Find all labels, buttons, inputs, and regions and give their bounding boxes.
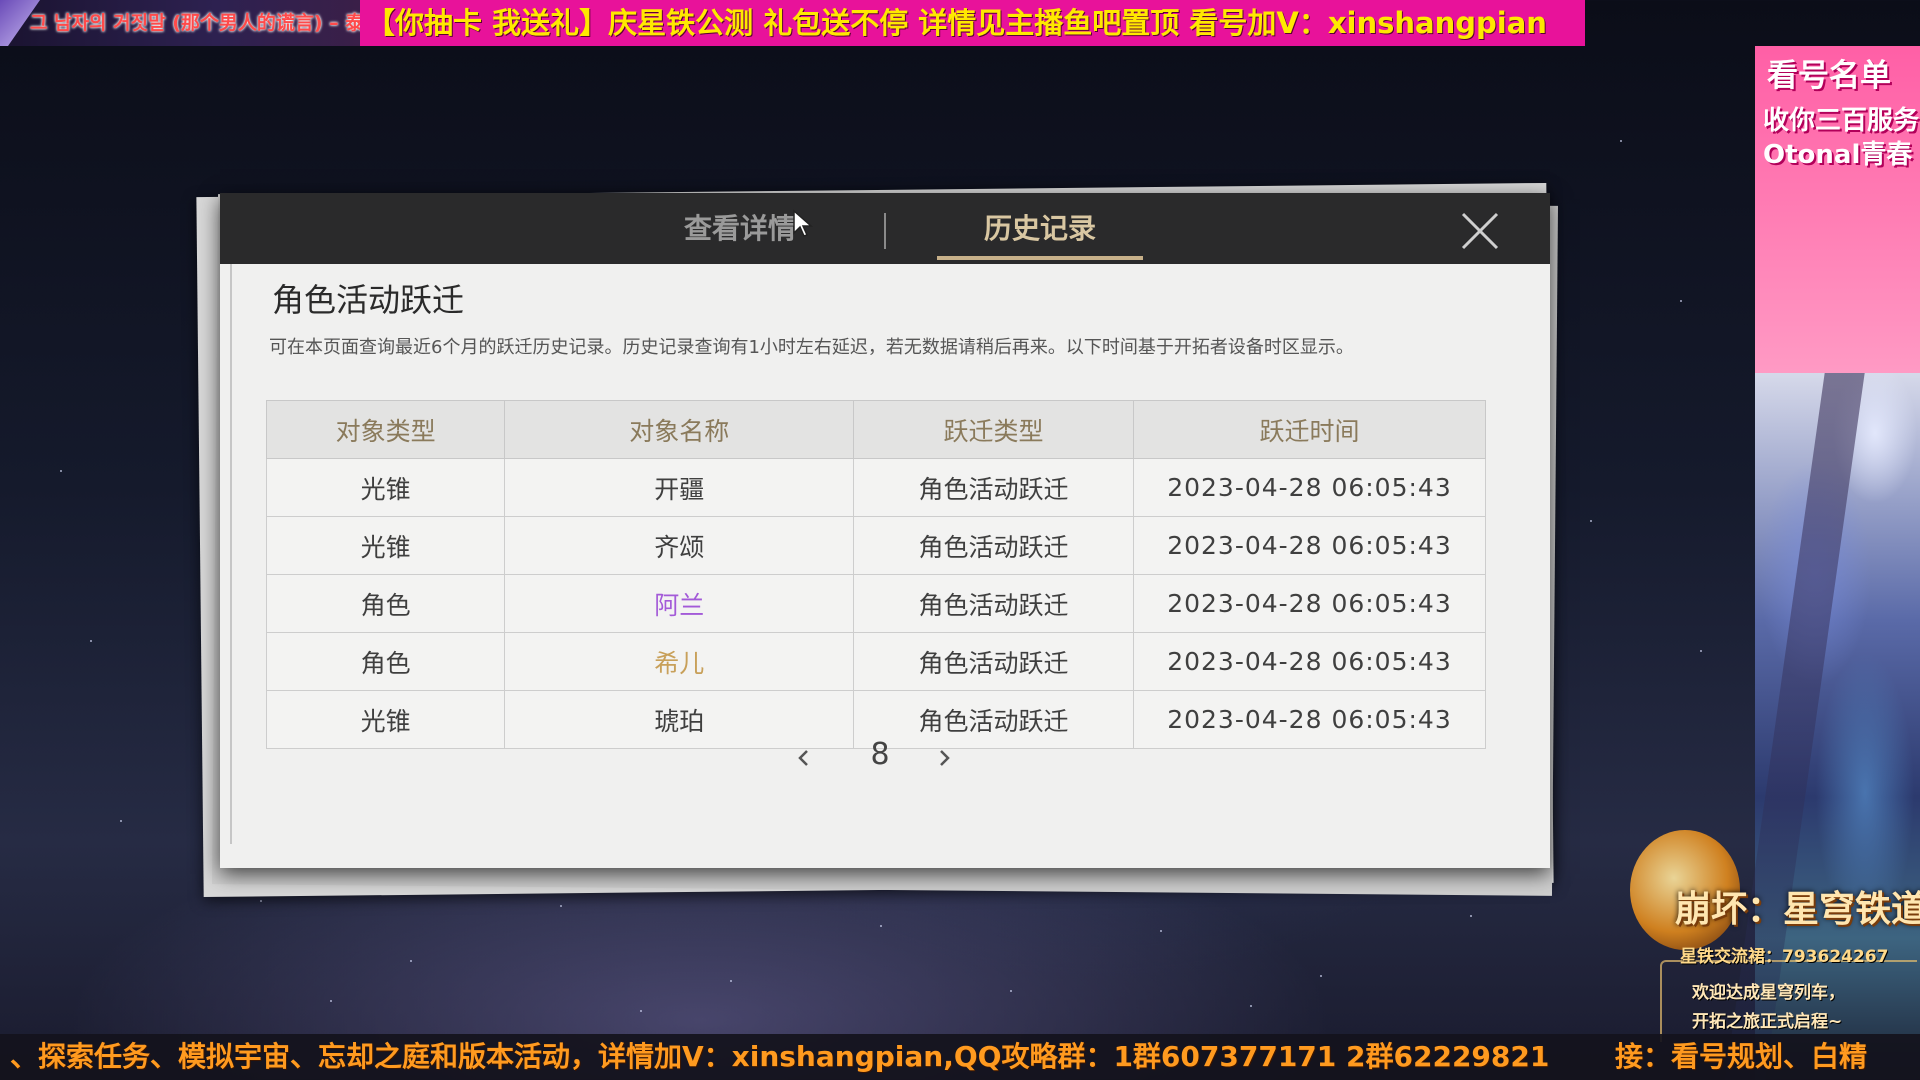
description-text: 可在本页面查询最近6个月的跃迁历史记录。历史记录查询有1小时左右延迟，若无数据请… xyxy=(269,337,1354,358)
game-title: 崩坏：星穹铁道 xyxy=(1675,889,1920,930)
warp-history-table: 对象类型 对象名称 跃迁类型 跃迁时间 光锥 开疆 角色活动跃迁 2023-04… xyxy=(265,400,1487,749)
account-list-item: Otonal青春 xyxy=(1763,140,1913,170)
dialog-header: 查看详情 历史记录 xyxy=(220,193,1550,264)
bottom-ticker: 、探索任务、模拟宇宙、忘却之庭和版本活动，详情加V：xinshangpian,Q… xyxy=(0,1034,1920,1080)
page-number: 8 xyxy=(870,737,890,772)
table-row: 角色 希儿 角色活动跃迁 2023-04-28 06:05:43 xyxy=(265,632,1487,691)
welcome-line: 开拓之旅正式启程~ xyxy=(1692,1012,1843,1032)
item-type-cell: 光锥 xyxy=(265,458,506,517)
warp-time-cell: 2023-04-28 06:05:43 xyxy=(1132,458,1487,517)
warp-time-cell: 2023-04-28 06:05:43 xyxy=(1132,516,1487,575)
ticker-text: 、探索任务、模拟宇宙、忘却之庭和版本活动，详情加V：xinshangpian,Q… xyxy=(10,1040,1550,1073)
chevron-left-icon[interactable] xyxy=(793,747,815,769)
warp-time-cell: 2023-04-28 06:05:43 xyxy=(1132,574,1487,633)
warp-type-cell: 角色活动跃迁 xyxy=(853,574,1134,633)
item-type-cell: 光锥 xyxy=(265,516,506,575)
song-title-banner: 그 남자의 거짓말 (那个男人的谎言) – 泰 xyxy=(0,0,360,46)
welcome-line: 欢迎达成星穹列车， xyxy=(1692,983,1845,1003)
top-banner: 그 남자의 거짓말 (那个男人的谎言) – 泰 【你抽卡 我送礼】庆星铁公测 礼… xyxy=(0,0,1585,46)
active-tab-indicator xyxy=(937,256,1143,260)
promo-banner: 【你抽卡 我送礼】庆星铁公测 礼包送不停 详情见主播鱼吧置顶 看号加V：xins… xyxy=(360,0,1585,46)
column-header: 对象类型 xyxy=(265,400,506,459)
account-list-item: 收你三百服务 xyxy=(1763,106,1920,136)
account-list-panel: 看号名单 收你三百服务 Otonal青春 xyxy=(1755,46,1920,373)
tab-history[interactable]: 历史记录 xyxy=(937,193,1143,264)
warp-type-cell: 角色活动跃迁 xyxy=(853,632,1134,691)
account-list-title: 看号名单 xyxy=(1767,58,1891,94)
table-row: 光锥 开疆 角色活动跃迁 2023-04-28 06:05:43 xyxy=(265,458,1487,517)
mouse-cursor-icon xyxy=(793,209,813,237)
section-title: 角色活动跃迁 xyxy=(272,281,465,319)
warp-type-cell: 角色活动跃迁 xyxy=(853,516,1134,575)
item-name-cell: 阿兰 xyxy=(504,574,855,633)
item-name-cell: 希儿 xyxy=(504,632,855,691)
pagination: 8 xyxy=(220,733,1550,783)
table-row: 光锥 齐颂 角色活动跃迁 2023-04-28 06:05:43 xyxy=(265,516,1487,575)
item-type-cell: 角色 xyxy=(265,632,506,691)
table-row: 角色 阿兰 角色活动跃迁 2023-04-28 06:05:43 xyxy=(265,574,1487,633)
item-name-cell: 齐颂 xyxy=(504,516,855,575)
qq-group-text: 星铁交流裙：793624267 xyxy=(1680,947,1889,967)
column-header: 跃迁时间 xyxy=(1132,400,1487,459)
warp-type-cell: 角色活动跃迁 xyxy=(853,458,1134,517)
column-header: 对象名称 xyxy=(504,400,855,459)
close-icon[interactable] xyxy=(1460,211,1500,251)
tab-divider xyxy=(884,213,886,249)
game-logo-overlay: 崩坏：星穹铁道 星铁交流裙：793624267 欢迎达成星穹列车， 开拓之旅正式… xyxy=(1620,810,1920,1042)
item-name-cell: 开疆 xyxy=(504,458,855,517)
chevron-right-icon[interactable] xyxy=(933,747,955,769)
warp-history-dialog: 查看详情 历史记录 角色活动跃迁 可在本页面查询最近6个月的跃迁历史记录。历史记… xyxy=(220,193,1550,868)
item-type-cell: 角色 xyxy=(265,574,506,633)
ticker-text-right: 接：看号规划、白精 xyxy=(1615,1040,1868,1073)
column-header: 跃迁类型 xyxy=(853,400,1134,459)
warp-time-cell: 2023-04-28 06:05:43 xyxy=(1132,632,1487,691)
table-header-row: 对象类型 对象名称 跃迁类型 跃迁时间 xyxy=(265,400,1487,459)
